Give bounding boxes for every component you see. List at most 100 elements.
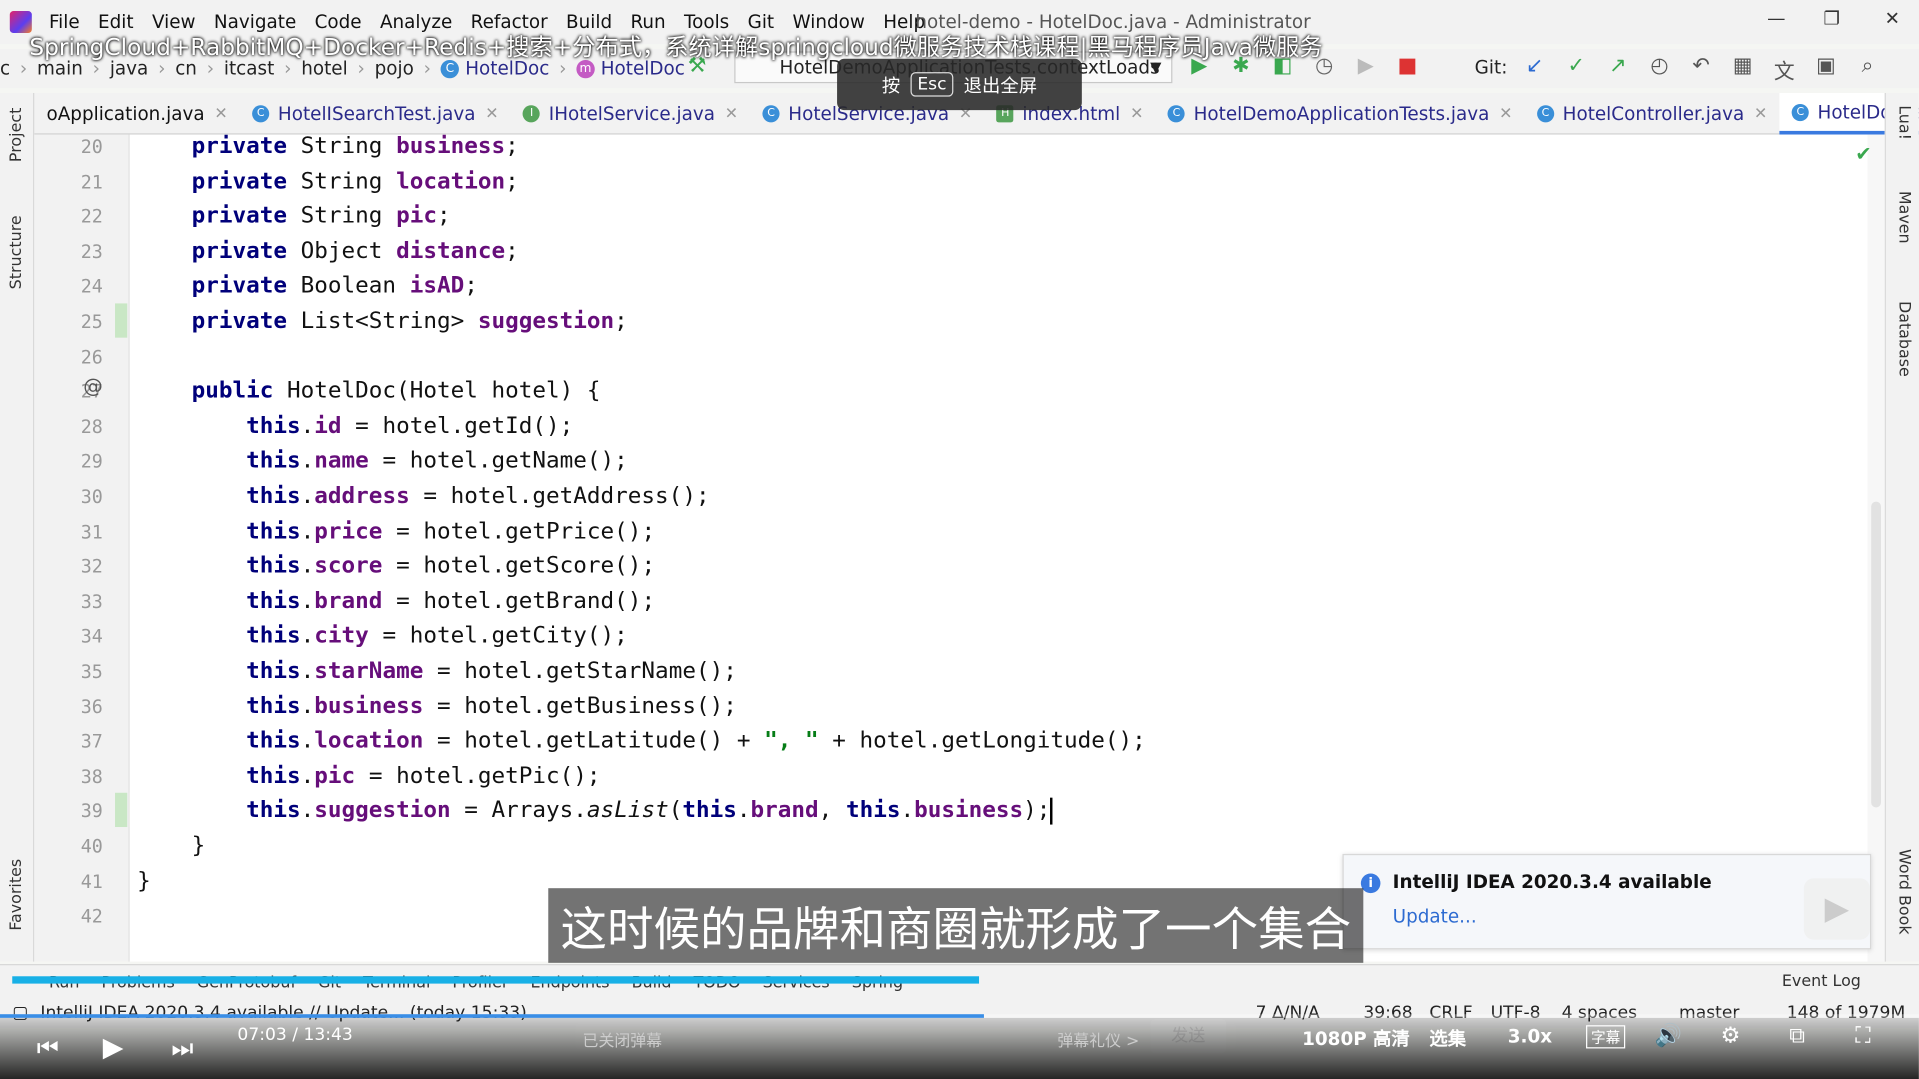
code-line[interactable]: private Object distance; — [137, 235, 519, 269]
inspection-ok-icon[interactable]: ✔ — [1855, 142, 1871, 165]
line-number[interactable]: 28 — [73, 410, 103, 444]
close-tab-icon[interactable]: ✕ — [1130, 105, 1143, 123]
previous-icon[interactable]: ⏮ — [37, 1033, 59, 1062]
code-line[interactable]: private Boolean isAD; — [137, 270, 478, 304]
code-line[interactable]: } — [137, 864, 151, 898]
subtitle-toggle[interactable]: 字幕 — [1586, 1025, 1626, 1049]
line-number[interactable]: 41 — [73, 864, 103, 898]
change-marker[interactable] — [115, 303, 128, 338]
project-tool-button[interactable]: Project — [7, 108, 25, 162]
line-number[interactable]: 32 — [73, 550, 103, 584]
line-number[interactable]: 34 — [73, 620, 103, 654]
git-update-icon[interactable]: ↙ — [1522, 54, 1546, 85]
code-line[interactable]: this.suggestion = Arrays.asList(this.bra… — [137, 794, 1053, 828]
lua-tool-button[interactable]: Lua! — [1894, 105, 1912, 140]
code-line[interactable]: } — [137, 829, 206, 863]
playback-speed[interactable]: 3.0x — [1508, 1025, 1552, 1047]
line-number[interactable]: 26 — [73, 340, 103, 374]
close-tab-icon[interactable]: ✕ — [1754, 105, 1767, 123]
event-log-button[interactable]: Event Log — [1782, 973, 1861, 991]
close-window-icon[interactable]: ✕ — [1885, 7, 1900, 29]
code-line[interactable]: this.price = hotel.getPrice(); — [137, 515, 655, 549]
tab-hotel-search-test[interactable]: C HotelISearchTest.java ✕ — [240, 93, 511, 135]
fullscreen-icon[interactable]: ⛶ — [1855, 1023, 1870, 1049]
database-tool-button[interactable]: Database — [1894, 301, 1912, 377]
close-tab-icon[interactable]: ✕ — [485, 105, 498, 123]
line-number[interactable]: 37 — [73, 724, 103, 758]
quality-select[interactable]: 1080P 高清 — [1302, 1025, 1410, 1051]
restore-icon[interactable]: ❐ — [1823, 7, 1839, 29]
minimize-icon[interactable]: — — [1767, 7, 1785, 29]
code-line[interactable]: private List<String> suggestion; — [137, 305, 628, 339]
close-tab-icon[interactable]: ✕ — [214, 105, 227, 123]
history-icon[interactable]: ◴ — [1647, 54, 1671, 85]
tab-hotel-controller[interactable]: C HotelController.java ✕ — [1525, 93, 1780, 135]
video-play-overlay-icon[interactable]: ▶ — [1803, 878, 1870, 940]
layout-icon[interactable]: ▣ — [1814, 54, 1838, 85]
line-number[interactable]: 40 — [73, 829, 103, 863]
rerun-icon[interactable]: ▶ — [1354, 54, 1378, 78]
breadcrumb-item[interactable]: c — [0, 57, 10, 79]
maven-tool-button[interactable]: Maven — [1894, 191, 1912, 244]
settings-gear-icon[interactable]: ⚙ — [1721, 1023, 1741, 1049]
project-structure-icon[interactable]: ▦ — [1730, 54, 1754, 85]
line-number[interactable]: 20 — [73, 130, 103, 164]
code-line[interactable]: this.name = hotel.getName(); — [137, 445, 628, 479]
line-number[interactable]: 31 — [73, 515, 103, 549]
tab-application[interactable]: oApplication.java ✕ — [34, 93, 240, 135]
code-line[interactable]: this.location = hotel.getLatitude() + ",… — [137, 724, 1146, 758]
line-number[interactable]: 39 — [73, 794, 103, 828]
code-line[interactable]: this.business = hotel.getBusiness(); — [137, 690, 737, 724]
video-progress[interactable] — [0, 1014, 1919, 1018]
code-line[interactable]: this.score = hotel.getScore(); — [137, 550, 655, 584]
change-marker[interactable] — [115, 792, 128, 828]
line-number[interactable]: 36 — [73, 690, 103, 724]
play-icon[interactable]: ▶ — [103, 1033, 124, 1064]
override-annotation-icon[interactable]: @ — [83, 374, 103, 397]
code-editor[interactable]: private String business; private String … — [129, 133, 1868, 962]
line-number[interactable]: 30 — [73, 480, 103, 514]
episodes-button[interactable]: 选集 — [1429, 1025, 1466, 1051]
close-tab-icon[interactable]: ✕ — [725, 105, 738, 123]
git-commit-icon[interactable]: ✓ — [1564, 54, 1588, 85]
code-line[interactable]: private String pic; — [137, 200, 451, 234]
code-line[interactable]: this.brand = hotel.getBrand(); — [137, 585, 655, 619]
structure-tool-button[interactable]: Structure — [7, 215, 25, 289]
line-number[interactable]: 42 — [73, 899, 103, 933]
git-push-icon[interactable]: ↗ — [1606, 54, 1630, 85]
next-icon[interactable]: ⏭ — [171, 1033, 193, 1062]
code-line[interactable]: private String location; — [137, 165, 519, 199]
line-number[interactable]: 24 — [73, 270, 103, 304]
word-book-tool-button[interactable]: Word Book — [1894, 849, 1912, 935]
code-line[interactable]: this.city = hotel.getCity(); — [137, 620, 628, 654]
line-number[interactable]: 33 — [73, 585, 103, 619]
line-number[interactable]: 21 — [73, 165, 103, 199]
update-link[interactable]: Update... — [1393, 905, 1477, 927]
code-line[interactable]: this.pic = hotel.getPic(); — [137, 759, 600, 793]
line-number[interactable]: 22 — [73, 200, 103, 234]
volume-icon[interactable]: 🔊 — [1655, 1023, 1682, 1049]
rollback-icon[interactable]: ↶ — [1689, 54, 1713, 85]
line-number[interactable]: 38 — [73, 759, 103, 793]
code-token: . — [300, 588, 315, 614]
code-token: . — [300, 658, 315, 684]
close-tab-icon[interactable]: ✕ — [1499, 105, 1512, 123]
code-line[interactable]: this.id = hotel.getId(); — [137, 410, 573, 444]
translate-icon[interactable]: 文 — [1772, 54, 1796, 84]
line-number[interactable]: 23 — [73, 235, 103, 269]
tab-ihotel-service[interactable]: I IHotelService.java ✕ — [511, 93, 751, 135]
scrollbar-thumb[interactable] — [1871, 501, 1881, 808]
search-icon[interactable]: ⌕ — [1855, 54, 1879, 85]
pip-icon[interactable]: ⧉ — [1789, 1023, 1805, 1049]
danmu-etiquette-link[interactable]: 弹幕礼仪 > — [1057, 1028, 1139, 1051]
stop-icon[interactable]: ■ — [1395, 54, 1419, 78]
tab-hotel-demo-tests[interactable]: C HotelDemoApplicationTests.java ✕ — [1156, 93, 1525, 135]
code-line[interactable]: private String business; — [137, 130, 519, 164]
code-line[interactable]: this.address = hotel.getAddress(); — [137, 480, 709, 514]
line-number[interactable]: 29 — [73, 445, 103, 479]
line-number[interactable]: 25 — [73, 305, 103, 339]
code-line[interactable]: this.starName = hotel.getStarName(); — [137, 655, 737, 689]
code-line[interactable]: public HotelDoc(Hotel hotel) { — [137, 375, 601, 409]
line-number[interactable]: 35 — [73, 655, 103, 689]
favorites-tool-button[interactable]: Favorites — [7, 859, 25, 931]
